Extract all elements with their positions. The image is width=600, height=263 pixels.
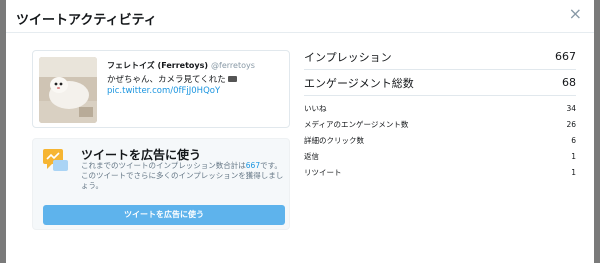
stat-impressions-value: 667 [555, 50, 576, 63]
promote-tweet-panel: ツイートを広告に使う これまでのツイートのインプレッション数合計は667です。 … [32, 138, 290, 230]
stat-engagements: エンゲージメント総数 68 [304, 70, 576, 96]
modal-header: ツイートアクティビティ × [6, 0, 594, 33]
ferret-photo-image [39, 57, 97, 123]
promote-desc-line2: このツイートでさらに多くのインプレッションを獲得しましょう。 [81, 171, 284, 190]
stat-replies-label: 返信 [304, 151, 319, 161]
stat-media-engagements-label: メディアのエンゲージメント数 [304, 119, 409, 129]
tweet-activity-modal: ツイートアクティビティ × フェレトイズ (Ferretoys) @ferreto… [0, 0, 600, 263]
promote-impression-count: 667 [245, 161, 261, 170]
stat-engagements-label: エンゲージメント総数 [304, 76, 414, 90]
author-handle[interactable]: @ferretoys [211, 61, 255, 70]
promote-chat-icon [43, 149, 68, 171]
tweet-media-link[interactable]: pic.twitter.com/0fFjJ0HQoY [107, 86, 220, 96]
stat-retweets-label: リツイート [304, 167, 342, 177]
stat-media-engagements-value: 26 [566, 119, 576, 129]
stat-engagements-value: 68 [562, 76, 576, 89]
engagement-breakdown-list: いいね 34 メディアのエンゲージメント数 26 詳細のクリック数 6 返信 1… [304, 100, 576, 180]
stat-impressions: インプレッション 667 [304, 44, 576, 70]
tweet-photo-thumbnail[interactable] [39, 57, 97, 123]
stat-detail-clicks-value: 6 [571, 135, 576, 145]
promote-desc-suffix: です。 [260, 161, 282, 170]
stat-replies: 返信 1 [304, 148, 576, 164]
promote-desc-prefix: これまでのツイートのインプレッション数合計は [81, 161, 246, 170]
close-button[interactable]: × [569, 6, 582, 22]
stat-detail-clicks-label: 詳細のクリック数 [304, 135, 364, 145]
stat-likes-label: いいね [304, 103, 327, 113]
tweet-author: フェレトイズ (Ferretoys) @ferretoys [107, 60, 255, 71]
stat-impressions-label: インプレッション [304, 50, 392, 64]
author-name[interactable]: フェレトイズ (Ferretoys) [107, 61, 208, 70]
promote-tweet-button[interactable]: ツイートを広告に使う [43, 205, 285, 225]
stat-retweets: リツイート 1 [304, 164, 576, 180]
stat-detail-clicks: 詳細のクリック数 6 [304, 132, 576, 148]
modal-title: ツイートアクティビティ [16, 13, 157, 28]
stat-likes-value: 34 [566, 103, 576, 113]
promote-description: これまでのツイートのインプレッション数合計は667です。 このツイートでさらに多… [81, 161, 285, 191]
stat-retweets-value: 1 [571, 167, 576, 177]
camera-emoji-icon [227, 76, 237, 82]
stat-likes: いいね 34 [304, 100, 576, 116]
stats-panel: インプレッション 667 エンゲージメント総数 68 いいね 34 メディアのエ… [304, 44, 576, 180]
tweet-text: かぜちゃん、カメラ見てくれた [107, 73, 237, 85]
stat-replies-value: 1 [571, 151, 576, 161]
tweet-text-body: かぜちゃん、カメラ見てくれた [107, 75, 226, 85]
tweet-card[interactable]: フェレトイズ (Ferretoys) @ferretoys かぜちゃん、カメラ見て… [32, 50, 290, 128]
stat-media-engagements: メディアのエンゲージメント数 26 [304, 116, 576, 132]
